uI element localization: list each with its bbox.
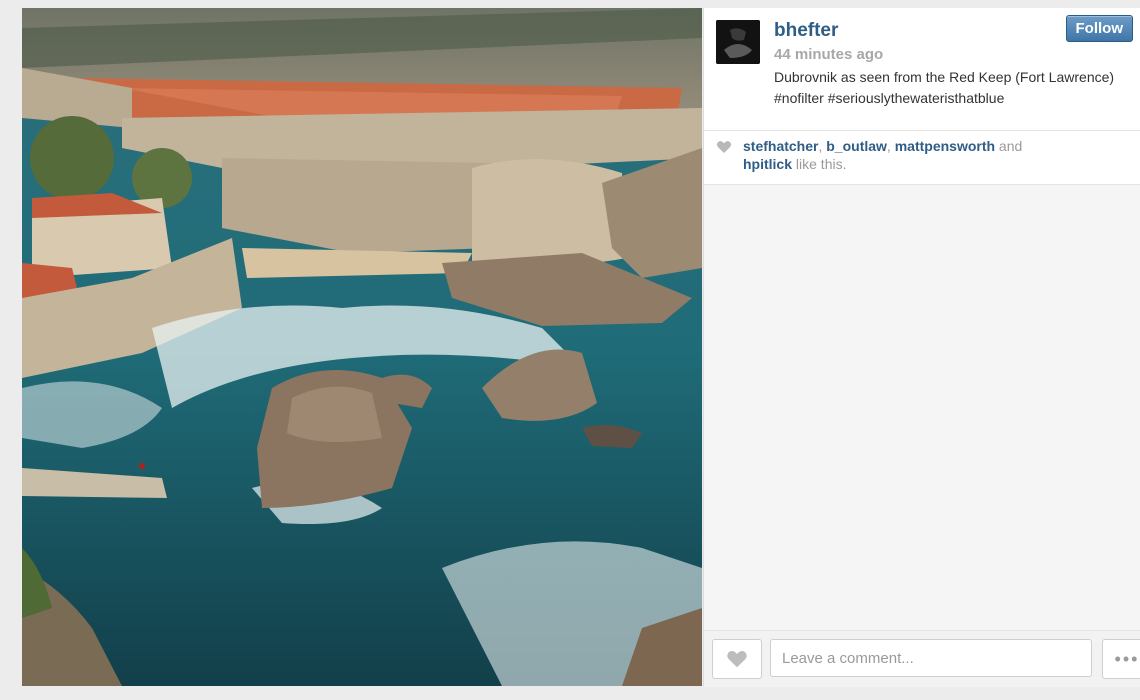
likes-separator: , bbox=[886, 138, 895, 154]
user-avatar[interactable] bbox=[716, 20, 760, 64]
avatar-image bbox=[716, 20, 760, 64]
post-header: bhefter 44 minutes ago Dubrovnik as seen… bbox=[704, 8, 1140, 131]
follow-button[interactable]: Follow bbox=[1065, 15, 1133, 42]
heart-icon bbox=[727, 650, 747, 668]
heart-icon bbox=[716, 141, 732, 153]
post-timestamp: 44 minutes ago bbox=[774, 46, 884, 63]
liker-link[interactable]: b_outlaw bbox=[826, 138, 887, 154]
post-sidebar: bhefter 44 minutes ago Dubrovnik as seen… bbox=[703, 8, 1140, 687]
liker-link[interactable]: hpitlick bbox=[743, 156, 792, 172]
liker-link[interactable]: stefhatcher bbox=[743, 138, 818, 154]
post-photo[interactable] bbox=[22, 8, 702, 686]
more-icon: ••• bbox=[1114, 648, 1140, 669]
more-options-button[interactable]: ••• bbox=[1102, 639, 1140, 679]
likes-text: stefhatcher, b_outlaw, mattpensworth and… bbox=[743, 137, 1133, 173]
like-button[interactable] bbox=[712, 639, 762, 679]
comment-input[interactable] bbox=[770, 639, 1092, 677]
liker-link[interactable]: mattpensworth bbox=[895, 138, 995, 154]
likes-and: and bbox=[995, 138, 1023, 154]
likes-suffix: like this. bbox=[792, 156, 847, 172]
dubrovnik-photo bbox=[22, 8, 702, 686]
post-username[interactable]: bhefter bbox=[774, 20, 838, 42]
comment-bar: ••• bbox=[704, 630, 1140, 687]
likes-section: stefhatcher, b_outlaw, mattpensworth and… bbox=[704, 131, 1140, 185]
post-caption: Dubrovnik as seen from the Red Keep (For… bbox=[774, 69, 1115, 106]
